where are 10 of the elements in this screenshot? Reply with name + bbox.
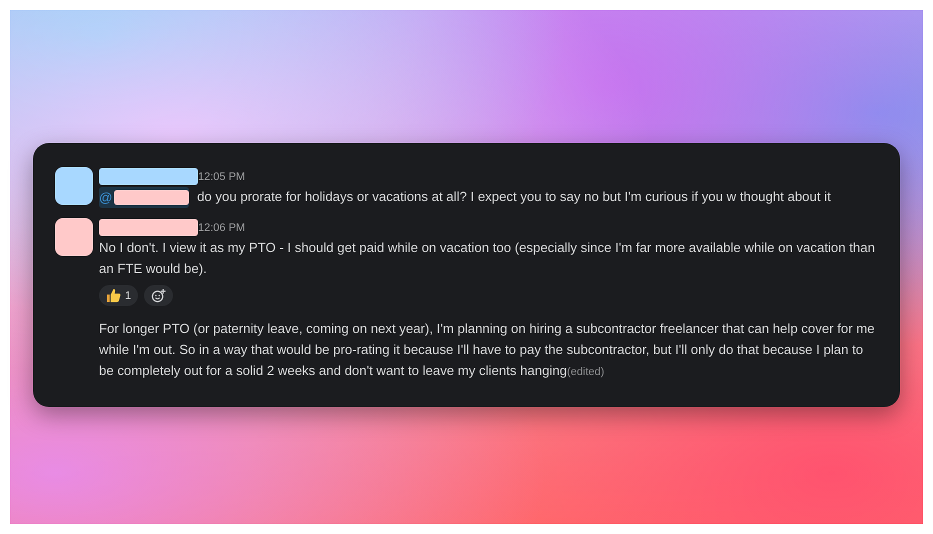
reaction-button[interactable]: 1 bbox=[99, 285, 138, 306]
thumbs-up-icon bbox=[106, 288, 121, 304]
message-text: do you prorate for holidays or vacations at all? I expect you to say no but I'm curious if you w thought about it bbox=[197, 189, 831, 204]
add-reaction-button[interactable] bbox=[144, 285, 174, 306]
message-text: No I don't. I view it as my PTO - I should get paid while on vacation too (especially since I'm far more available while on vacation than an FTE would be). bbox=[99, 240, 875, 276]
timestamp: 12:06 PM bbox=[198, 222, 246, 234]
add-emoji-icon bbox=[151, 288, 166, 304]
message-text: For longer PTO (or paternity leave, coming on next year), I'm planning on hiring a subcontractor freelancer that can help cover for me while I'm out. So in a way that would be pro-rating it because I'll have to pay the subcontractor, but I'll only do that because I plan to be completely out for a solid 2 weeks and don't want to leave my clients hanging(edited) bbox=[99, 321, 875, 378]
user-mention[interactable]: @ bbox=[99, 187, 190, 208]
timestamp: 12:05 PM bbox=[198, 170, 246, 182]
